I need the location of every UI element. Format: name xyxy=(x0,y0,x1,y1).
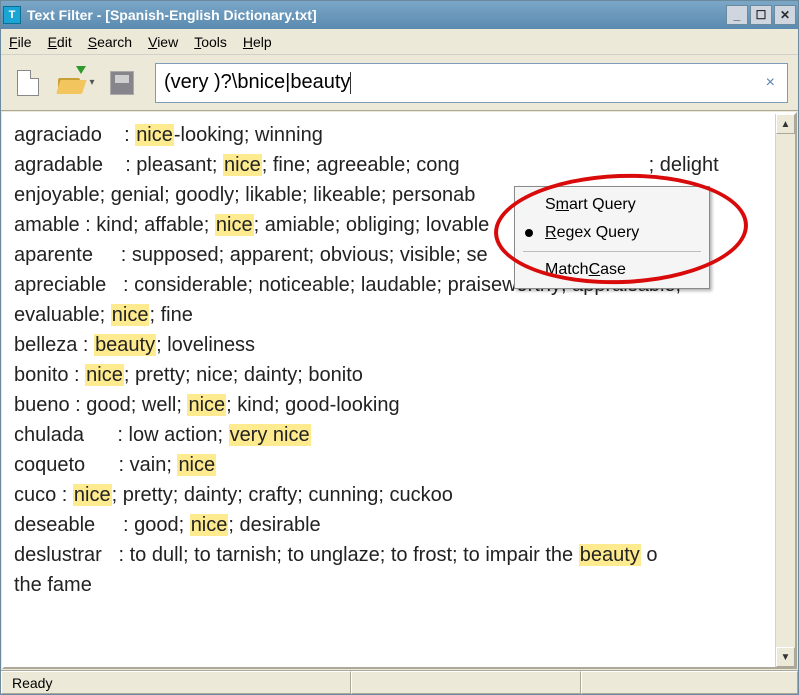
highlight: beauty xyxy=(579,544,641,566)
highlight: nice xyxy=(190,514,229,536)
result-line[interactable]: deslustrar : to dull; to tarnish; to ung… xyxy=(14,540,765,570)
statusbar: Ready xyxy=(1,670,798,694)
close-button[interactable]: ✕ xyxy=(774,5,796,25)
open-button[interactable] xyxy=(53,66,87,100)
scroll-down-button[interactable]: ▼ xyxy=(776,647,795,667)
window-controls: _ ☐ ✕ xyxy=(726,5,796,25)
vertical-scrollbar[interactable]: ▲ ▼ xyxy=(775,114,795,667)
menu-smart-query[interactable]: Smart Query xyxy=(517,191,707,219)
status-cell-3 xyxy=(581,671,798,694)
result-line[interactable]: the fame xyxy=(14,570,765,600)
result-line[interactable]: belleza : beauty; loveliness xyxy=(14,330,765,360)
clear-search-button[interactable]: × xyxy=(762,70,779,96)
open-folder-icon xyxy=(56,72,84,94)
highlight: nice xyxy=(135,124,174,146)
highlight: nice xyxy=(215,214,254,236)
highlight: very nice xyxy=(229,424,311,446)
menu-tools[interactable]: Tools xyxy=(194,34,227,50)
search-input[interactable]: (very )?\bnice|beauty xyxy=(164,71,762,94)
open-button-group: ▾ xyxy=(53,66,97,100)
menu-view[interactable]: View xyxy=(148,34,178,50)
highlight: nice xyxy=(187,394,226,416)
menu-regex-query[interactable]: Regex Query xyxy=(517,219,707,247)
result-line[interactable]: coqueto : vain; nice xyxy=(14,450,765,480)
search-field-wrap: (very )?\bnice|beauty × xyxy=(155,63,788,103)
scroll-up-button[interactable]: ▲ xyxy=(776,114,795,134)
menu-file[interactable]: File xyxy=(9,34,32,50)
window-title: Text Filter - [Spanish-English Dictionar… xyxy=(27,7,726,23)
menubar: File Edit Search View Tools Help xyxy=(1,29,798,55)
highlight: nice xyxy=(73,484,112,506)
result-line[interactable]: cuco : nice; pretty; dainty; crafty; cun… xyxy=(14,480,765,510)
result-line[interactable]: evaluable; nice; fine xyxy=(14,300,765,330)
highlight: nice xyxy=(223,154,262,176)
scroll-track[interactable] xyxy=(776,134,795,647)
menu-edit[interactable]: Edit xyxy=(48,34,72,50)
new-document-icon xyxy=(17,70,39,96)
highlight: nice xyxy=(85,364,124,386)
toolbar: ▾ (very )?\bnice|beauty × xyxy=(1,55,798,111)
menu-help[interactable]: Help xyxy=(243,34,272,50)
minimize-button[interactable]: _ xyxy=(726,5,748,25)
titlebar[interactable]: T Text Filter - [Spanish-English Diction… xyxy=(1,1,798,29)
maximize-button[interactable]: ☐ xyxy=(750,5,772,25)
status-ready: Ready xyxy=(1,671,351,694)
result-line[interactable]: agraciado : nice-looking; winning xyxy=(14,120,765,150)
selected-bullet-icon xyxy=(525,229,533,237)
result-line[interactable]: deseable : good; nice; desirable xyxy=(14,510,765,540)
app-icon: T xyxy=(3,6,21,24)
status-cell-2 xyxy=(351,671,581,694)
result-line[interactable]: agradable : pleasant; nice; fine; agreea… xyxy=(14,150,765,180)
result-line[interactable]: bonito : nice; pretty; nice; dainty; bon… xyxy=(14,360,765,390)
menu-search[interactable]: Search xyxy=(88,34,132,50)
save-icon xyxy=(110,71,134,95)
open-dropdown-button[interactable]: ▾ xyxy=(87,66,97,100)
save-button[interactable] xyxy=(105,66,139,100)
new-document-button[interactable] xyxy=(11,66,45,100)
highlight: nice xyxy=(111,304,150,326)
result-line[interactable]: bueno : good; well; nice; kind; good-loo… xyxy=(14,390,765,420)
highlight: nice xyxy=(177,454,216,476)
menu-separator xyxy=(523,251,701,252)
result-line[interactable]: chulada : low action; very nice xyxy=(14,420,765,450)
app-window: T Text Filter - [Spanish-English Diction… xyxy=(0,0,799,695)
highlight: beauty xyxy=(94,334,156,356)
menu-match-case[interactable]: Match Case xyxy=(517,256,707,284)
search-context-menu: Smart Query Regex Query Match Case xyxy=(514,186,710,289)
